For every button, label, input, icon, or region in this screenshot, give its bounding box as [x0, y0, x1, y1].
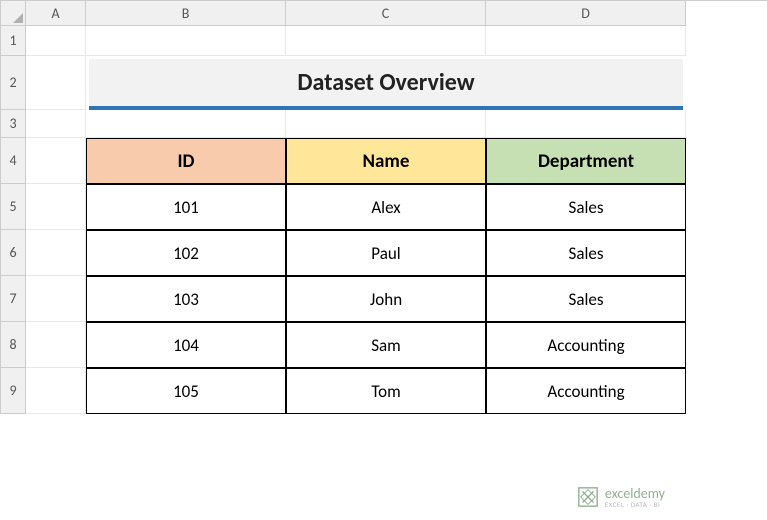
- cell-A7[interactable]: [26, 276, 86, 322]
- row-header-9[interactable]: 9: [1, 368, 26, 414]
- cell-A5[interactable]: [26, 184, 86, 230]
- cell-A4[interactable]: [26, 138, 86, 184]
- row-header-7[interactable]: 7: [1, 276, 26, 322]
- table-row[interactable]: Tom: [286, 368, 486, 414]
- dataset-title[interactable]: Dataset Overview: [89, 59, 683, 110]
- table-header-name[interactable]: Name: [286, 138, 486, 184]
- cell-C3[interactable]: [286, 110, 486, 138]
- table-header-department[interactable]: Department: [486, 138, 686, 184]
- table-row[interactable]: 103: [86, 276, 286, 322]
- row-header-6[interactable]: 6: [1, 230, 26, 276]
- watermark-main: exceldemy: [605, 487, 665, 501]
- row-header-3[interactable]: 3: [1, 110, 26, 138]
- cell-A9[interactable]: [26, 368, 86, 414]
- table-row[interactable]: Sam: [286, 322, 486, 368]
- cell-A8[interactable]: [26, 322, 86, 368]
- table-row[interactable]: 102: [86, 230, 286, 276]
- col-header-C[interactable]: C: [286, 1, 486, 26]
- exceldemy-logo-icon: [577, 486, 599, 508]
- row-header-5[interactable]: 5: [1, 184, 26, 230]
- col-header-A[interactable]: A: [26, 1, 86, 26]
- spreadsheet-grid: A B C D 1 2 Dataset Overview 3 4 ID Name…: [0, 0, 767, 414]
- table-header-id[interactable]: ID: [86, 138, 286, 184]
- cell-A2[interactable]: [26, 56, 86, 110]
- row-header-2[interactable]: 2: [1, 56, 26, 110]
- watermark: exceldemy EXCEL · DATA · BI: [577, 486, 665, 508]
- cell-A3[interactable]: [26, 110, 86, 138]
- watermark-text: exceldemy EXCEL · DATA · BI: [605, 487, 665, 508]
- watermark-sub: EXCEL · DATA · BI: [605, 501, 665, 508]
- table-row[interactable]: 105: [86, 368, 286, 414]
- table-row[interactable]: Sales: [486, 276, 686, 322]
- table-row[interactable]: Sales: [486, 184, 686, 230]
- cell-A6[interactable]: [26, 230, 86, 276]
- row-header-4[interactable]: 4: [1, 138, 26, 184]
- row-header-8[interactable]: 8: [1, 322, 26, 368]
- table-row[interactable]: Sales: [486, 230, 686, 276]
- cell-D3[interactable]: [486, 110, 686, 138]
- table-row[interactable]: Accounting: [486, 368, 686, 414]
- table-row[interactable]: 104: [86, 322, 286, 368]
- table-row[interactable]: Accounting: [486, 322, 686, 368]
- table-row[interactable]: Alex: [286, 184, 486, 230]
- col-header-B[interactable]: B: [86, 1, 286, 26]
- table-row[interactable]: John: [286, 276, 486, 322]
- cell-A1[interactable]: [26, 26, 86, 56]
- table-row[interactable]: Paul: [286, 230, 486, 276]
- cell-C1[interactable]: [286, 26, 486, 56]
- col-header-D[interactable]: D: [486, 1, 686, 26]
- table-row[interactable]: 101: [86, 184, 286, 230]
- row-header-1[interactable]: 1: [1, 26, 26, 56]
- cell-B1[interactable]: [86, 26, 286, 56]
- select-all-cell[interactable]: [1, 1, 26, 26]
- cell-D1[interactable]: [486, 26, 686, 56]
- cell-B3[interactable]: [86, 110, 286, 138]
